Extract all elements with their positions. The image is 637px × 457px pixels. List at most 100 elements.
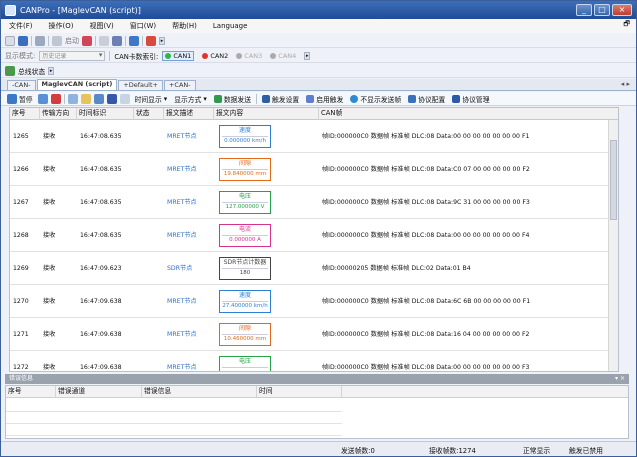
row-description: MRET节点 [167, 364, 197, 371]
signal-box: 间隙 10.460000 mm [219, 323, 271, 346]
tab-scroll-arrows-icon[interactable]: ◂ ▸ [621, 80, 630, 88]
table-row[interactable]: 1271 接收 16:47:09.638 MRET节点 间隙 10.460000 mm 帧I… [10, 318, 610, 351]
close-button[interactable]: × [612, 4, 632, 16]
row-can-frame: 帧ID:00000205 数据帧 标准帧 DLC:02 Data:01 B4 [322, 265, 471, 272]
row-description: MRET节点 [167, 166, 197, 173]
minimize-button[interactable]: _ [576, 4, 592, 16]
display-mode-select[interactable]: 历史记录 [39, 50, 106, 61]
menu-view[interactable]: 视图(V) [81, 21, 121, 31]
column-direction[interactable]: 传输方向 [40, 108, 77, 120]
export-icon[interactable] [93, 93, 104, 104]
bus-status-button[interactable]: 总线状态 [18, 66, 45, 76]
stop-icon[interactable] [82, 35, 92, 46]
mdi-restore-icon[interactable]: 🗗 [623, 20, 630, 31]
separator [125, 35, 126, 46]
menu-language[interactable]: Language [205, 22, 256, 30]
signal-value [222, 367, 268, 368]
table-row[interactable]: 1272 接收 16:47:09.638 MRET节点 电压 帧ID:000000C0 数… [10, 351, 610, 371]
can2-toggle[interactable]: CAN2 [202, 52, 228, 60]
scrollbar-thumb[interactable] [610, 140, 617, 220]
column-seq[interactable]: 序号 [10, 108, 40, 120]
menu-operation[interactable]: 操作(O) [41, 21, 82, 31]
data-send-button[interactable]: 数据发送 [212, 94, 253, 104]
save-log-icon[interactable] [106, 93, 117, 104]
can4-toggle[interactable]: CAN4 [270, 52, 296, 60]
row-description: SDR节点 [167, 265, 193, 272]
menu-window[interactable]: 窗口(W) [122, 21, 164, 31]
menu-help[interactable]: 帮助(H) [164, 21, 205, 31]
hide-send-frames-button[interactable]: 不显示发送帧 [348, 94, 403, 104]
can3-toggle[interactable]: CAN3 [236, 52, 262, 60]
signal-box: 间隙 19.840000 mm [219, 158, 271, 181]
list-icon[interactable] [119, 93, 130, 104]
trigger-settings-button[interactable]: 触发设置 [260, 94, 301, 104]
tab-maglevcan[interactable]: MaglevCAN (script) [36, 79, 118, 90]
hide-send-frames-label: 不显示发送帧 [360, 95, 402, 104]
column-time[interactable]: 时间标识 [77, 108, 134, 120]
row-can-frame: 帧ID:000000C0 数据帧 标准帧 DLC:08 Data:9C 31 0… [322, 199, 530, 206]
menu-file[interactable]: 文件(F) [1, 21, 41, 31]
table-row[interactable]: 1270 接收 16:47:09.638 MRET节点 速度 27.400000 km/h… [10, 285, 610, 318]
column-content[interactable]: 报文内容 [214, 108, 319, 120]
settings-icon[interactable] [112, 35, 122, 46]
error-panel-titlebar[interactable]: 错误信息 ▾ × [5, 374, 629, 384]
start-button[interactable]: 启动 [65, 36, 79, 46]
column-can-frame[interactable]: CAN帧 [319, 108, 610, 120]
table-row[interactable]: 1268 接收 16:47:08.635 MRET节点 电流 0.000000 A 帧ID:… [10, 219, 610, 252]
folder-icon[interactable] [80, 93, 91, 104]
row-status [137, 153, 164, 186]
toolbar-overflow-icon[interactable]: ▸ [159, 36, 165, 45]
panel-close-icon[interactable]: ▾ × [615, 374, 625, 384]
connect-icon[interactable] [35, 35, 45, 46]
signal-value: 10.460000 mm [222, 334, 268, 342]
table-row[interactable]: 1266 接收 16:47:08.635 MRET节点 间隙 19.840000 mm 帧I… [10, 153, 610, 186]
signal-value: 0.000000 A [222, 235, 268, 245]
can1-toggle[interactable]: CAN1 [162, 50, 195, 61]
table-row[interactable]: 1269 接收 16:47:09.623 SDR节点 SDR节点计数器 180 帧ID:00… [10, 252, 610, 285]
enable-trigger-button[interactable]: 启用触发 [304, 94, 345, 104]
clear-icon[interactable] [37, 93, 48, 104]
record-icon[interactable] [50, 93, 61, 104]
save-icon[interactable] [18, 35, 28, 46]
bus-status-icon[interactable] [5, 65, 15, 76]
row-can-frame: 帧ID:000000C0 数据帧 标准帧 DLC:08 Data:C0 07 0… [322, 166, 530, 173]
row-time: 16:47:08.635 [80, 133, 122, 140]
column-status[interactable]: 状态 [134, 108, 164, 120]
start-icon[interactable] [52, 35, 62, 46]
protocol-manage-button[interactable]: 协议管理 [450, 94, 491, 104]
toolbar-overflow-icon[interactable]: ▸ [304, 51, 311, 60]
error-column-info[interactable]: 错误信息 [142, 386, 257, 398]
row-time: 16:47:09.638 [80, 331, 122, 338]
message-table: 序号 传输方向 时间标识 状态 报文描述 报文内容 CAN帧 1265 接收 16:… [9, 107, 619, 372]
error-column-filler [342, 386, 628, 398]
row-status [137, 186, 164, 219]
error-column-time[interactable]: 时间 [257, 386, 342, 398]
hide-icon [350, 94, 359, 103]
book-icon[interactable] [129, 35, 139, 46]
copy-icon[interactable] [67, 93, 78, 104]
protocol-config-button[interactable]: 协议配置 [406, 94, 447, 104]
toolbar-overflow-icon[interactable]: ▸ [48, 66, 55, 75]
maximize-button[interactable]: □ [594, 4, 610, 16]
vertical-scrollbar[interactable] [608, 120, 618, 371]
protocol-manage-label: 协议管理 [462, 95, 490, 104]
tab-default[interactable]: +Default+ [118, 80, 163, 90]
new-file-icon[interactable] [5, 35, 15, 46]
row-direction: 接收 [43, 199, 56, 206]
tab-can[interactable]: -CAN- [7, 80, 36, 90]
column-description[interactable]: 报文描述 [164, 108, 214, 120]
error-column-channel[interactable]: 错误通道 [56, 386, 142, 398]
title-bar[interactable]: CANPro - [MaglevCAN (script)] _ □ × [1, 1, 636, 19]
data-send-label: 数据发送 [223, 95, 251, 104]
time-display-menu[interactable]: 时间显示 ▾ [133, 94, 170, 104]
row-can-frame: 帧ID:000000C0 数据帧 标准帧 DLC:08 Data:16 04 0… [322, 331, 530, 338]
table-row[interactable]: 1267 接收 16:47:08.635 MRET节点 电压 127.000000 V 帧I… [10, 186, 610, 219]
table-row[interactable]: 1265 接收 16:47:08.635 MRET节点 速度 0.000000 km/h 帧… [10, 120, 610, 153]
display-mode-menu[interactable]: 显示方式 ▾ [172, 94, 209, 104]
filter-icon[interactable] [146, 35, 156, 46]
pause-button[interactable]: 暂停 [5, 93, 35, 104]
error-column-seq[interactable]: 序号 [6, 386, 56, 398]
edit-icon[interactable] [99, 35, 109, 46]
signal-value: 127.000000 V [222, 202, 268, 212]
tab-can-2[interactable]: +CAN- [163, 80, 196, 90]
